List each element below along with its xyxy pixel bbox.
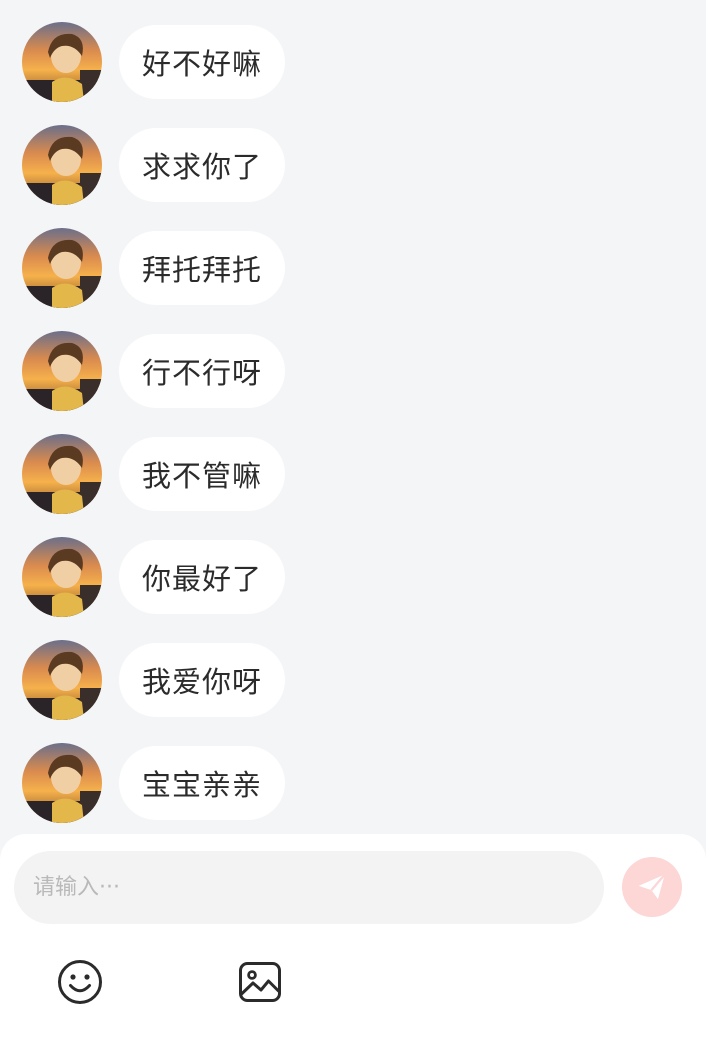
message-input[interactable]: [14, 851, 604, 924]
message-row: 我爱你呀: [22, 640, 286, 720]
message-row: 好不好嘛: [22, 22, 286, 102]
message-row: 拜托拜托: [22, 228, 286, 308]
avatar[interactable]: [22, 125, 102, 205]
message-bubble[interactable]: 我爱你呀: [119, 643, 286, 717]
avatar[interactable]: [22, 743, 102, 823]
message-bubble[interactable]: 求求你了: [119, 128, 286, 202]
message-row: 宝宝亲亲: [22, 743, 286, 823]
message-bubble[interactable]: 好不好嘛: [119, 25, 286, 99]
message-bubble[interactable]: 我不管嘛: [119, 437, 286, 511]
message-bubble[interactable]: 宝宝亲亲: [119, 746, 286, 820]
message-composer: [0, 834, 706, 1041]
message-row: 行不行呀: [22, 331, 286, 411]
avatar[interactable]: [22, 640, 102, 720]
paper-plane-icon: [638, 873, 666, 900]
message-row: 求求你了: [22, 125, 286, 205]
image-button[interactable]: [236, 958, 284, 1006]
message-bubble[interactable]: 拜托拜托: [119, 231, 286, 305]
smiley-face-icon: [58, 960, 102, 1004]
avatar[interactable]: [22, 331, 102, 411]
message-bubble[interactable]: 你最好了: [119, 540, 286, 614]
avatar[interactable]: [22, 434, 102, 514]
image-icon: [239, 962, 281, 1002]
chat-message-list[interactable]: 好不好嘛 求求你了 拜托拜托 行不行呀 我不管嘛 你最好了 我爱你呀 宝宝亲亲: [0, 0, 706, 834]
message-row: 我不管嘛: [22, 434, 286, 514]
message-bubble[interactable]: 行不行呀: [119, 334, 286, 408]
avatar[interactable]: [22, 228, 102, 308]
avatar[interactable]: [22, 22, 102, 102]
emoji-button[interactable]: [56, 958, 104, 1006]
avatar[interactable]: [22, 537, 102, 617]
send-button[interactable]: [622, 857, 682, 917]
message-row: 你最好了: [22, 537, 286, 617]
